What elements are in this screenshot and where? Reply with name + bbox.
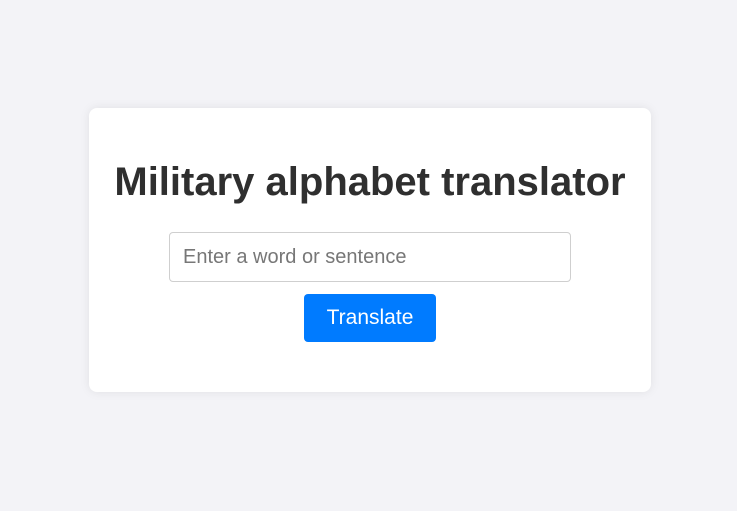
translate-button[interactable]: Translate — [304, 294, 436, 342]
page-title: Military alphabet translator — [114, 160, 626, 204]
translator-card: Military alphabet translator Translate — [89, 108, 651, 392]
word-input[interactable] — [169, 232, 571, 282]
